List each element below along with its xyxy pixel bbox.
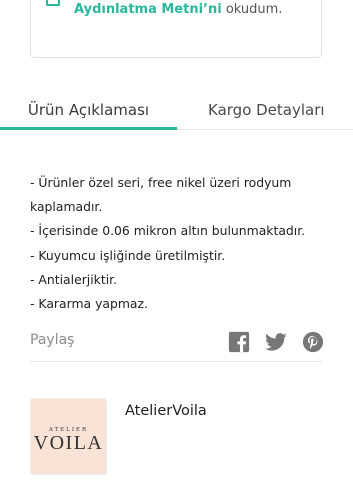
- seller-name[interactable]: AtelierVoila: [125, 403, 207, 419]
- twitter-icon[interactable]: [264, 331, 288, 353]
- consent-checkbox[interactable]: [46, 0, 60, 6]
- share-label: Paylaş: [30, 332, 75, 348]
- consent-suffix: okudum.: [221, 2, 283, 17]
- logo-big-text: VOILA: [33, 431, 104, 454]
- product-tabs: Ürün Açıklaması Kargo Detayları: [0, 90, 353, 130]
- description-line: - Kararma yapmaz.: [30, 296, 148, 312]
- privacy-notice-link[interactable]: Aydınlatma Metni’ni: [74, 2, 222, 17]
- share-row: Paylaş: [30, 326, 324, 362]
- product-detail-page: Aydınlatma Metni’ni okudum. Ürün Açıklam…: [0, 0, 353, 490]
- tab-product-description[interactable]: Ürün Açıklaması: [0, 90, 177, 130]
- seller-logo[interactable]: ATELIER VOILA: [30, 398, 107, 475]
- active-tab-indicator: [0, 127, 177, 130]
- description-line: - İçerisinde 0.06 mikron altın bulunmakt…: [30, 223, 306, 239]
- description-line: - Kuyumcu işliğinde üretilmiştir.: [30, 247, 226, 263]
- description-line: - Antialerjiktir.: [30, 271, 118, 287]
- facebook-icon[interactable]: [228, 331, 250, 353]
- consent-text: Aydınlatma Metni’ni okudum.: [74, 2, 282, 18]
- description-line: kaplamadır.: [30, 199, 103, 215]
- product-description: - Ürünler özel seri, free nikel üzeri ro…: [30, 171, 330, 316]
- description-line: - Ürünler özel seri, free nikel üzeri ro…: [30, 175, 292, 190]
- pinterest-icon[interactable]: [302, 331, 324, 353]
- tab-shipping-details[interactable]: Kargo Detayları: [177, 90, 353, 130]
